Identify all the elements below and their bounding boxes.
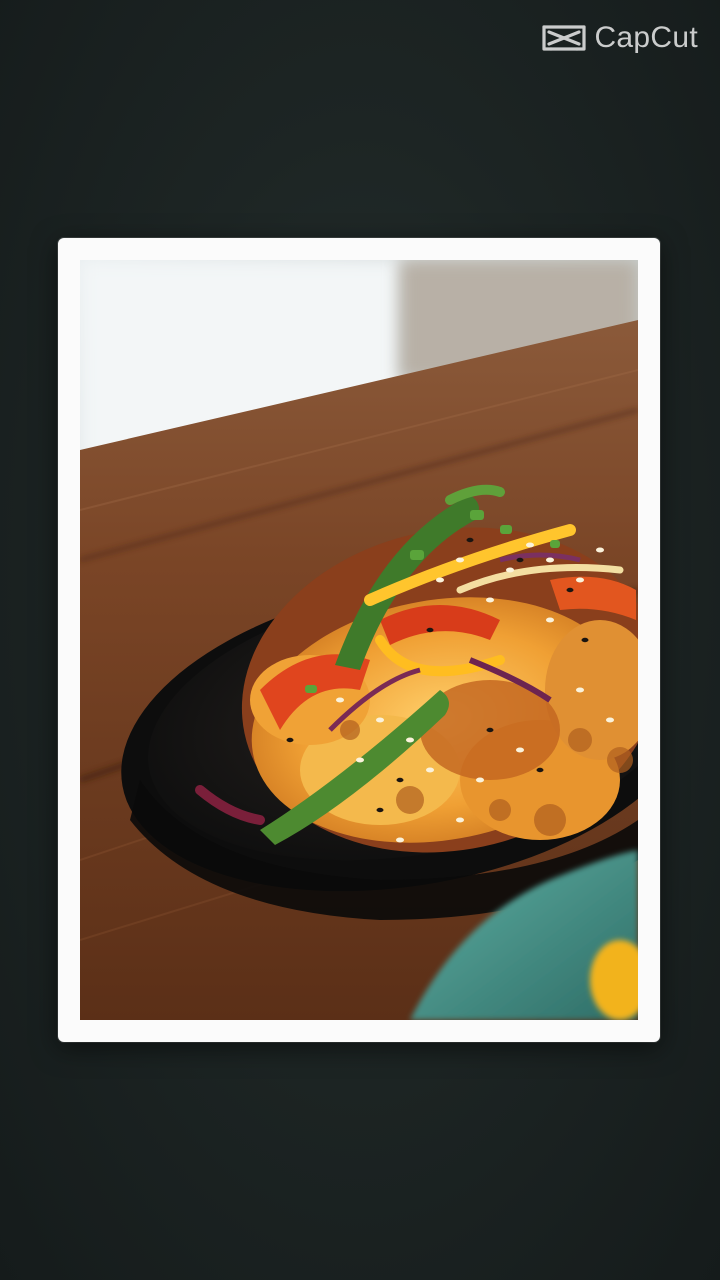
capcut-brand-text: CapCut xyxy=(594,21,698,54)
food-bowl-photo xyxy=(80,260,638,1020)
video-frame: { "watermark": { "brand": "CapCut", "ico… xyxy=(0,0,720,1280)
capcut-watermark: CapCut xyxy=(540,20,698,56)
polaroid-frame xyxy=(58,238,660,1042)
food-photo-illustration xyxy=(80,260,638,1020)
capcut-logo-icon xyxy=(542,25,587,51)
